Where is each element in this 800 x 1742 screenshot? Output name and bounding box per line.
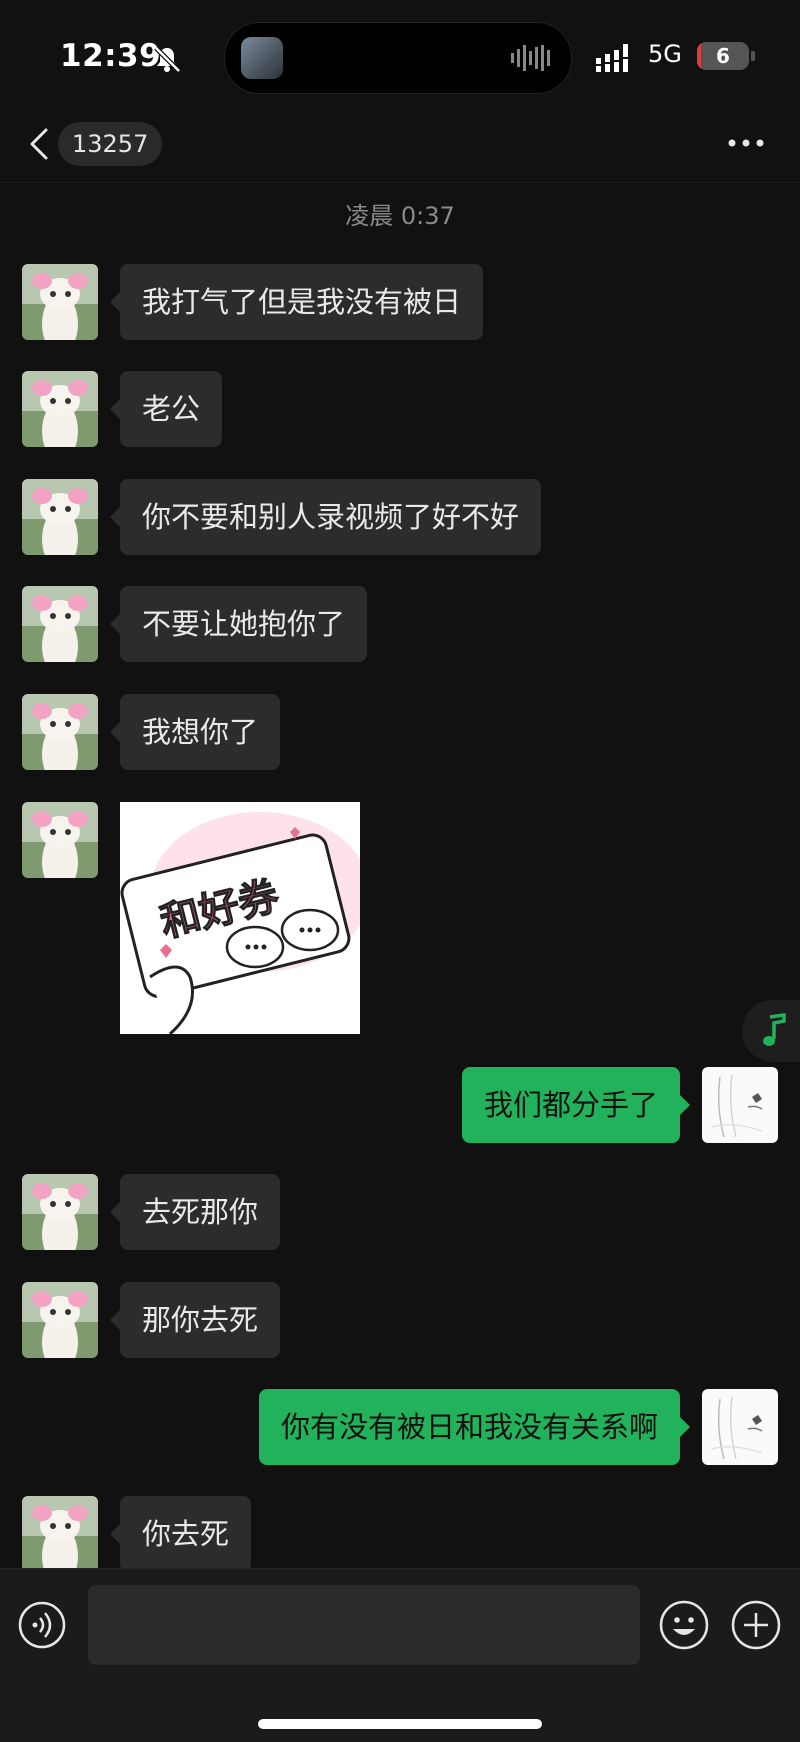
emoji-icon[interactable] xyxy=(658,1599,710,1651)
battery-indicator: 6 xyxy=(697,42,749,70)
home-indicator xyxy=(258,1719,542,1729)
chat-title[interactable]: 13257 xyxy=(58,122,163,166)
status-time: 12:39 xyxy=(60,38,162,74)
sticker-image: 和好券 xyxy=(120,812,360,1034)
message-timestamp: 凌晨 0:37 xyxy=(345,202,455,230)
message-bubble-incoming[interactable]: 我想你了 xyxy=(109,694,281,770)
message-bubble-incoming[interactable]: 那你去死 xyxy=(109,1282,281,1358)
avatar-contact[interactable] xyxy=(22,371,98,447)
avatar-contact[interactable] xyxy=(22,802,98,878)
avatar-self[interactable] xyxy=(702,1067,778,1143)
message-bubble-incoming[interactable]: 我打气了但是我没有被日 xyxy=(109,264,484,340)
chat-header: 13257 xyxy=(0,110,800,183)
network-type: 5G xyxy=(648,40,682,68)
avatar-contact[interactable] xyxy=(22,586,98,662)
voice-icon[interactable] xyxy=(18,1601,66,1649)
signal-icon xyxy=(596,44,628,72)
battery-level: 6 xyxy=(716,44,730,68)
message-input[interactable] xyxy=(88,1585,640,1665)
input-bar xyxy=(0,1568,800,1742)
dynamic-island[interactable] xyxy=(224,22,572,94)
message-bubble-outgoing[interactable]: 你有没有被日和我没有关系啊 xyxy=(258,1389,691,1465)
back-icon[interactable] xyxy=(26,124,54,164)
floating-music-tab[interactable] xyxy=(742,1000,800,1062)
message-bubble-incoming[interactable]: 你不要和别人录视频了好不好 xyxy=(109,479,542,555)
avatar-contact[interactable] xyxy=(22,694,98,770)
avatar-contact[interactable] xyxy=(22,1282,98,1358)
avatar-contact[interactable] xyxy=(22,1496,98,1572)
avatar-contact[interactable] xyxy=(22,479,98,555)
message-bubble-incoming[interactable]: 不要让她抱你了 xyxy=(109,586,368,662)
status-bar: 12:39 5G 6 xyxy=(0,0,800,110)
audio-wave-icon xyxy=(511,45,550,71)
battery-nub xyxy=(751,51,755,61)
avatar-self[interactable] xyxy=(702,1389,778,1465)
more-icon[interactable] xyxy=(726,136,766,150)
bell-muted-icon xyxy=(154,46,181,73)
message-bubble-incoming[interactable]: 去死那你 xyxy=(109,1174,281,1250)
message-bubble-incoming[interactable]: 老公 xyxy=(109,371,223,447)
avatar-contact[interactable] xyxy=(22,1174,98,1250)
plus-icon[interactable] xyxy=(730,1599,782,1651)
avatar-contact[interactable] xyxy=(22,264,98,340)
sticker-message[interactable]: 和好券 xyxy=(120,802,360,1034)
message-bubble-outgoing[interactable]: 我们都分手了 xyxy=(461,1067,691,1143)
message-bubble-incoming[interactable]: 你去死 xyxy=(109,1496,252,1572)
now-playing-thumbnail xyxy=(241,37,283,79)
music-note-icon xyxy=(763,1012,786,1046)
